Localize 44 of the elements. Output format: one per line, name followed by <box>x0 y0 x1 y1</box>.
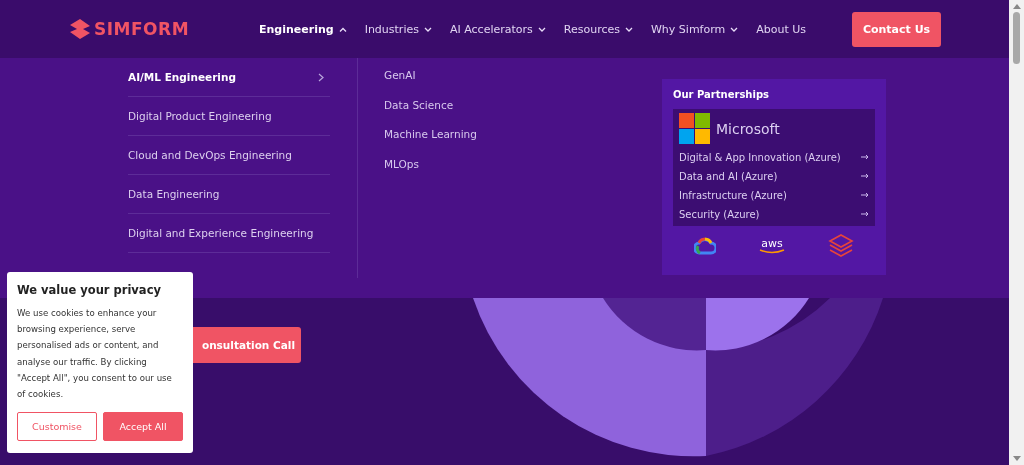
scroll-down-icon[interactable] <box>1012 456 1021 461</box>
nav-link[interactable]: AI Accelerators <box>449 22 546 36</box>
aws-logo: aws <box>759 238 785 254</box>
submenu-link[interactable]: GenAI <box>384 69 662 87</box>
nav-link[interactable]: Resources <box>563 22 633 36</box>
caret-icon <box>625 26 633 32</box>
scroll-thumb[interactable] <box>1013 12 1020 64</box>
cloud-logo-icon <box>694 237 717 255</box>
partner-name: Microsoft <box>716 120 780 137</box>
cookie-text: We use cookies to enhance your browsing experience, serve personalised ads or content, and analyse our traffic. By clicking "Accept All", you consent to our use of cookies. <box>17 307 173 401</box>
chevron-icon <box>318 72 324 82</box>
partnerships-title: Our Partnerships <box>673 89 770 100</box>
menu-category[interactable]: Cloud and DevOps Engineering <box>128 135 330 175</box>
submenu-link[interactable]: MLOps <box>384 157 662 175</box>
scroll-up-icon[interactable] <box>1012 4 1021 9</box>
submenu-link[interactable]: Machine Learning <box>384 128 662 146</box>
nav-link[interactable]: Industries <box>364 22 432 36</box>
windows-logo-icon <box>679 113 710 144</box>
partner-link[interactable]: Digital & App Innovation (Azure) <box>679 149 869 165</box>
submenu-link[interactable]: Data Science <box>384 98 662 116</box>
nav-link[interactable]: About Us <box>756 22 807 36</box>
nav-link[interactable]: Engineering <box>259 22 347 36</box>
arrow-icon <box>861 192 869 198</box>
menu-category[interactable]: Digital and Experience Engineering <box>128 213 330 253</box>
menu-category[interactable]: AI/ML Engineering <box>128 58 330 97</box>
menu-category[interactable]: Digital Product Engineering <box>128 96 330 136</box>
arrow-icon <box>861 173 869 179</box>
caret-icon <box>730 26 739 32</box>
arrow-icon <box>861 154 869 160</box>
partner-link[interactable]: Data and AI (Azure) <box>679 168 869 184</box>
partner-link[interactable]: Infrastructure (Azure) <box>679 187 869 203</box>
caret-icon <box>423 26 432 32</box>
cookie-title: We value your privacy <box>17 283 162 297</box>
logo-icon <box>69 18 91 40</box>
caret-icon <box>537 26 546 32</box>
arrow-icon <box>861 211 869 217</box>
caret-icon <box>338 26 347 32</box>
partner-link[interactable]: Security (Azure) <box>679 206 869 222</box>
nav-link[interactable]: Why Simform <box>651 22 739 36</box>
menu-category[interactable]: Data Engineering <box>128 174 330 214</box>
customise-button[interactable]: Customise <box>17 412 97 442</box>
logo-text[interactable]: SIMFORM <box>94 19 190 39</box>
stacked-layers-icon <box>827 233 854 259</box>
scrollbar[interactable] <box>1009 0 1024 465</box>
